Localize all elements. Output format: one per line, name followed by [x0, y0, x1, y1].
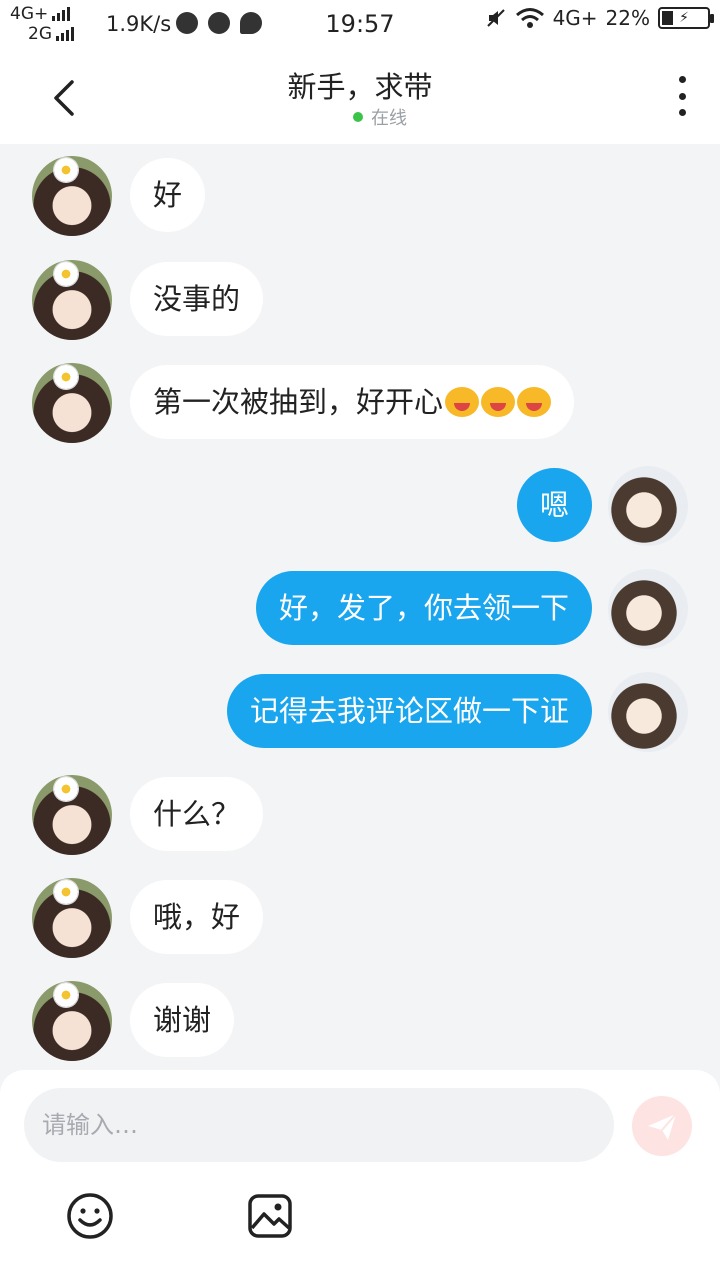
chat-title: 新手，求带	[287, 70, 433, 104]
message-bubble[interactable]: 好，发了，你去领一下	[255, 571, 592, 645]
emoji-button[interactable]	[66, 1192, 114, 1240]
my-avatar[interactable]	[608, 672, 688, 752]
send-button[interactable]	[632, 1096, 692, 1156]
battery-icon: ⚡	[658, 7, 714, 29]
message-list[interactable]: 好 没事的 第一次被抽到，好开心 嗯 好，发了，你去领一下 记得去我评论区做一下…	[0, 144, 720, 1070]
message-item: 第一次被抽到，好开心	[0, 363, 720, 443]
flower-icon	[54, 777, 78, 801]
message-bubble[interactable]: 嗯	[516, 468, 592, 542]
smiley-icon	[67, 1193, 113, 1239]
wifi-icon	[515, 8, 544, 28]
contact-avatar[interactable]	[32, 775, 112, 855]
my-avatar[interactable]	[608, 569, 688, 649]
more-options-button[interactable]	[672, 76, 692, 116]
image-button[interactable]	[246, 1192, 294, 1240]
chat-header: 新手，求带 在线	[0, 50, 720, 144]
battery-percent: 22%	[605, 6, 650, 30]
input-panel	[0, 1070, 720, 1280]
flower-icon	[54, 983, 78, 1007]
message-bubble[interactable]: 哦，好	[130, 880, 264, 954]
message-item: 记得去我评论区做一下证	[0, 672, 720, 752]
message-item: 嗯	[0, 466, 720, 546]
flower-icon	[54, 880, 78, 904]
contact-avatar[interactable]	[32, 981, 112, 1061]
image-icon	[248, 1194, 292, 1238]
more-vertical-icon	[678, 76, 686, 83]
message-bubble[interactable]: 第一次被抽到，好开心	[130, 365, 575, 439]
online-status: 在线	[0, 104, 720, 130]
flower-icon	[54, 365, 78, 389]
mute-icon	[486, 9, 505, 27]
network-type-right: 4G+	[552, 6, 598, 30]
my-avatar[interactable]	[608, 466, 688, 546]
message-bubble[interactable]: 谢谢	[130, 983, 235, 1057]
message-item: 谢谢	[0, 981, 720, 1061]
contact-avatar[interactable]	[32, 156, 112, 236]
flower-icon	[54, 158, 78, 182]
laughing-emoji-icon	[481, 387, 516, 417]
message-item: 好，发了，你去领一下	[0, 569, 720, 649]
laughing-emoji-icon	[517, 387, 552, 417]
flower-icon	[54, 262, 78, 286]
laughing-emoji-icon	[445, 387, 480, 417]
message-bubble[interactable]: 没事的	[130, 262, 264, 336]
message-item: 什么？	[0, 775, 720, 855]
contact-avatar[interactable]	[32, 363, 112, 443]
message-input[interactable]	[24, 1088, 614, 1162]
online-dot-icon	[353, 112, 363, 122]
message-item: 哦，好	[0, 878, 720, 958]
status-right: 4G+ 22% ⚡	[485, 6, 714, 30]
status-bar: 4G+ 2G 1.9K/s 19:57 4G+ 22% ⚡	[0, 0, 720, 50]
message-item: 好	[0, 156, 720, 236]
contact-avatar[interactable]	[32, 260, 112, 340]
paper-plane-icon	[648, 1113, 677, 1140]
message-bubble[interactable]: 好	[130, 158, 206, 232]
message-bubble[interactable]: 记得去我评论区做一下证	[226, 674, 592, 748]
message-bubble[interactable]: 什么？	[130, 777, 264, 851]
message-item: 没事的	[0, 260, 720, 340]
online-status-label: 在线	[371, 108, 407, 129]
message-text: 第一次被抽到，好开心	[153, 385, 444, 419]
contact-avatar[interactable]	[32, 878, 112, 958]
